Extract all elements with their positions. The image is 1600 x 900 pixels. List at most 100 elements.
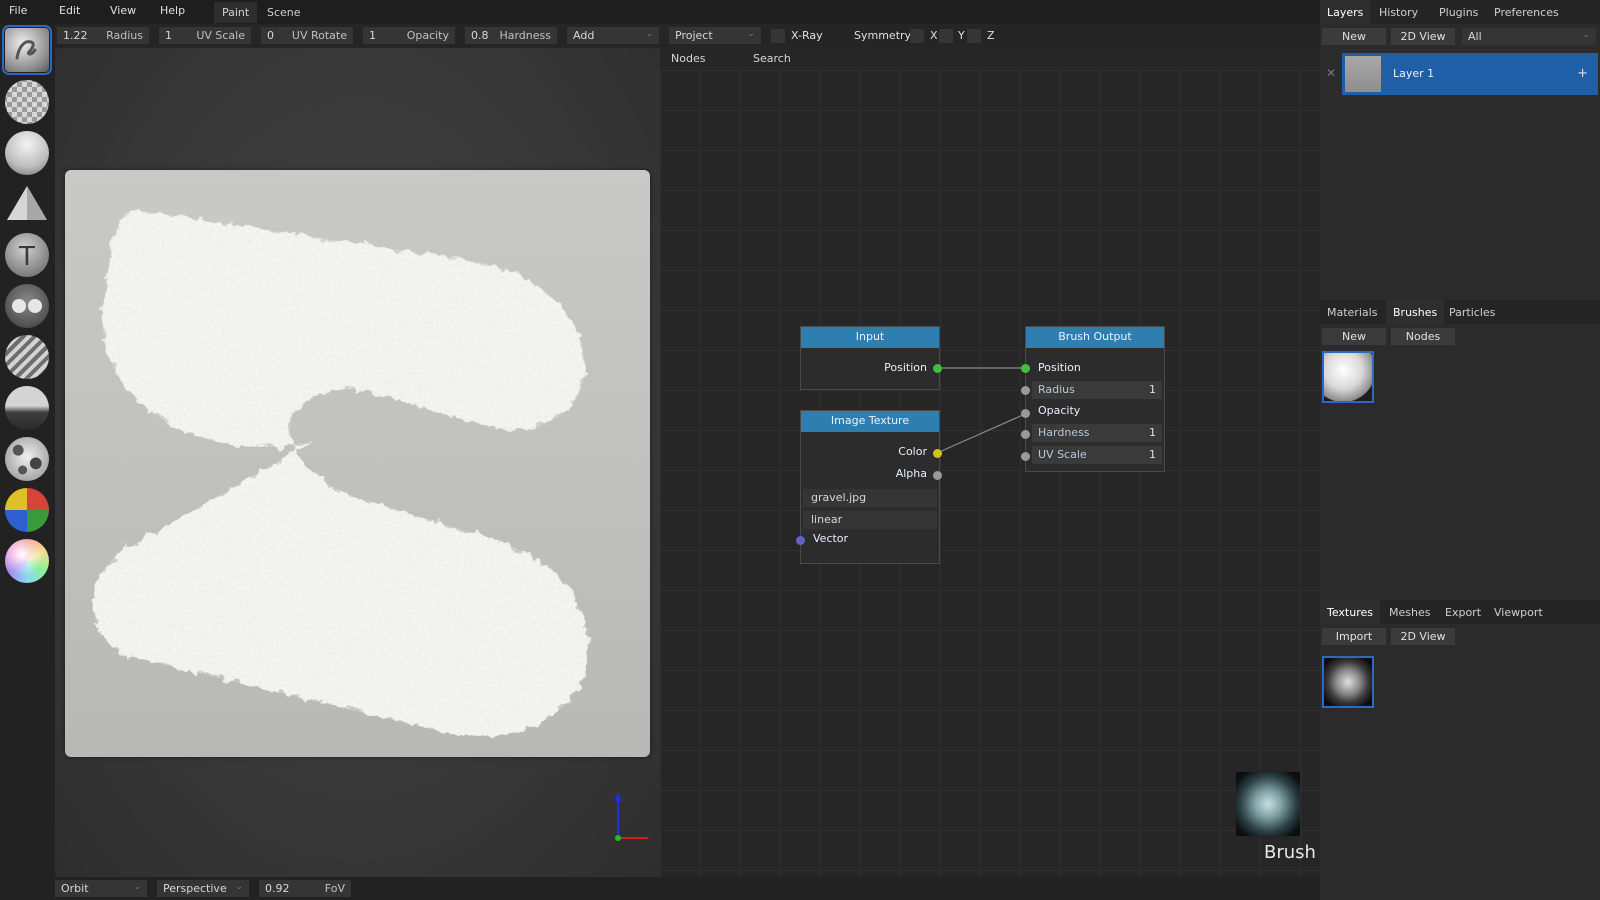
blending-dropdown[interactable]: Add ⌄: [567, 27, 659, 44]
output-hardness-socket[interactable]: [1021, 430, 1030, 439]
node-editor[interactable]: Nodes Search Input Position Image Textur…: [660, 48, 1320, 877]
clone-tool-icon[interactable]: [5, 284, 49, 328]
image-interp-dropdown[interactable]: linear: [803, 511, 937, 529]
paint-mesh-plane[interactable]: [65, 170, 650, 757]
xray-label: X-Ray: [791, 29, 823, 42]
output-radius-socket[interactable]: [1021, 386, 1030, 395]
text-tool-icon[interactable]: T: [5, 233, 49, 277]
tab-layers[interactable]: Layers: [1320, 0, 1371, 24]
import-texture-button[interactable]: Import: [1322, 628, 1386, 645]
output-radius-field[interactable]: Radius 1: [1032, 381, 1162, 399]
opacity-field[interactable]: 1 Opacity: [363, 27, 455, 44]
colorid-tool-icon[interactable]: [5, 488, 49, 532]
layer-add-mask-icon[interactable]: +: [1577, 66, 1588, 81]
blending-value: Add: [573, 29, 595, 42]
workspace-tab-scene[interactable]: Scene: [259, 2, 309, 23]
navigation-dropdown[interactable]: Orbit ⌄: [55, 880, 147, 897]
symmetry-y-label: Y: [958, 29, 965, 42]
uv-rotate-field[interactable]: 0 UV Rotate: [261, 27, 353, 44]
output-radius-label: Radius: [1038, 383, 1075, 396]
symmetry-z-checkbox[interactable]: [967, 29, 981, 43]
tool-column: T: [0, 24, 55, 900]
uv-rotate-value: 0: [267, 29, 274, 42]
blur-tool-icon[interactable]: [5, 335, 49, 379]
eraser-tool-icon[interactable]: [5, 80, 49, 124]
brush-preview-thumbnail: [1236, 772, 1300, 836]
tab-particles[interactable]: Particles: [1442, 300, 1502, 324]
tab-textures[interactable]: Textures: [1320, 600, 1380, 624]
symmetry-x-checkbox[interactable]: [910, 29, 924, 43]
menu-edit[interactable]: Edit: [59, 4, 80, 17]
output-uvscale-socket[interactable]: [1021, 452, 1030, 461]
layer-row[interactable]: Layer 1 +: [1342, 53, 1598, 95]
tab-export[interactable]: Export: [1438, 600, 1488, 624]
tab-preferences[interactable]: Preferences: [1487, 0, 1566, 24]
new-layer-button[interactable]: New: [1322, 28, 1386, 45]
output-opacity-socket[interactable]: [1021, 409, 1030, 418]
hardness-field[interactable]: 0.8 Hardness: [465, 27, 557, 44]
symmetry-x-label: X: [930, 29, 938, 42]
brush-nodes-button[interactable]: Nodes: [1391, 328, 1455, 345]
camera-dropdown[interactable]: Perspective ⌄: [157, 880, 249, 897]
fov-value: 0.92: [265, 882, 290, 895]
layer-name: Layer 1: [1393, 67, 1435, 80]
tab-viewport[interactable]: Viewport: [1487, 600, 1550, 624]
output-position-label: Position: [1038, 361, 1081, 374]
node-links: [936, 367, 1026, 454]
menu-help[interactable]: Help: [160, 4, 185, 17]
output-uvscale-field[interactable]: UV Scale 1: [1032, 446, 1162, 464]
image-interp-value: linear: [811, 513, 843, 526]
textures-2d-view-button[interactable]: 2D View: [1391, 628, 1455, 645]
radius-field[interactable]: 1.22 Radius: [57, 27, 149, 44]
radius-label: Radius: [106, 29, 143, 42]
brush-thumbnail[interactable]: [1322, 351, 1374, 403]
brushes-tabbar: Materials Brushes Particles: [1320, 300, 1600, 324]
workspace-tab-paint[interactable]: Paint: [214, 2, 258, 23]
gravel-texture-thumbnail[interactable]: [1322, 656, 1374, 708]
right-panel: Layers History Plugins Preferences New 2…: [1320, 0, 1600, 900]
brush-output-node[interactable]: Brush Output Position Radius 1 Opacity H…: [1025, 326, 1165, 472]
output-uvscale-label: UV Scale: [1038, 448, 1087, 461]
tab-materials[interactable]: Materials: [1320, 300, 1384, 324]
brush-preview-label: Brush: [1264, 842, 1316, 863]
menu-file[interactable]: File: [9, 4, 27, 17]
tab-meshes[interactable]: Meshes: [1382, 600, 1437, 624]
projection-dropdown[interactable]: Project ⌄: [669, 27, 761, 44]
chevron-down-icon: ⌄: [1582, 30, 1590, 40]
gravel-stroke-icon: [92, 210, 588, 736]
fill-tool-icon[interactable]: [5, 131, 49, 175]
input-node[interactable]: Input Position: [800, 326, 940, 390]
layer-visibility-icon[interactable]: ✕: [1326, 66, 1336, 80]
uv-scale-value: 1: [165, 29, 172, 42]
uv-scale-field[interactable]: 1 UV Scale: [159, 27, 251, 44]
tab-plugins[interactable]: Plugins: [1432, 0, 1485, 24]
hardness-label: Hardness: [499, 29, 551, 42]
image-color-socket[interactable]: [933, 449, 942, 458]
output-hardness-field[interactable]: Hardness 1: [1032, 424, 1162, 442]
fov-label: FoV: [324, 882, 345, 895]
output-position-socket[interactable]: [1021, 364, 1030, 373]
fov-field[interactable]: 0.92 FoV: [259, 880, 351, 897]
image-file-dropdown[interactable]: gravel.jpg: [803, 489, 937, 507]
input-position-socket[interactable]: [933, 364, 942, 373]
chevron-down-icon: ⌄: [235, 882, 243, 892]
tab-brushes[interactable]: Brushes: [1386, 300, 1445, 324]
image-vector-socket[interactable]: [796, 536, 805, 545]
new-brush-button[interactable]: New: [1322, 328, 1386, 345]
layer-filter-dropdown[interactable]: All ⌄: [1462, 28, 1596, 45]
menu-bar: File Edit View Help Paint Scene: [0, 0, 1320, 24]
menu-view[interactable]: View: [110, 4, 136, 17]
xray-checkbox[interactable]: [771, 29, 785, 43]
image-texture-node[interactable]: Image Texture Color Alpha gravel.jpg lin…: [800, 410, 940, 564]
brush-toolbar: 1.22 Radius 1 UV Scale 0 UV Rotate 1 Opa…: [55, 24, 1320, 48]
layers-2d-view-button[interactable]: 2D View: [1391, 28, 1455, 45]
uv-rotate-label: UV Rotate: [291, 29, 347, 42]
tab-history[interactable]: History: [1372, 0, 1425, 24]
smudge-tool-icon[interactable]: [5, 386, 49, 430]
brush-tool-icon[interactable]: [2, 25, 52, 75]
particle-tool-icon[interactable]: [5, 437, 49, 481]
symmetry-y-checkbox[interactable]: [939, 29, 953, 43]
picker-tool-icon[interactable]: [5, 539, 49, 583]
decal-tool-icon[interactable]: [5, 182, 49, 226]
image-alpha-socket[interactable]: [933, 471, 942, 480]
